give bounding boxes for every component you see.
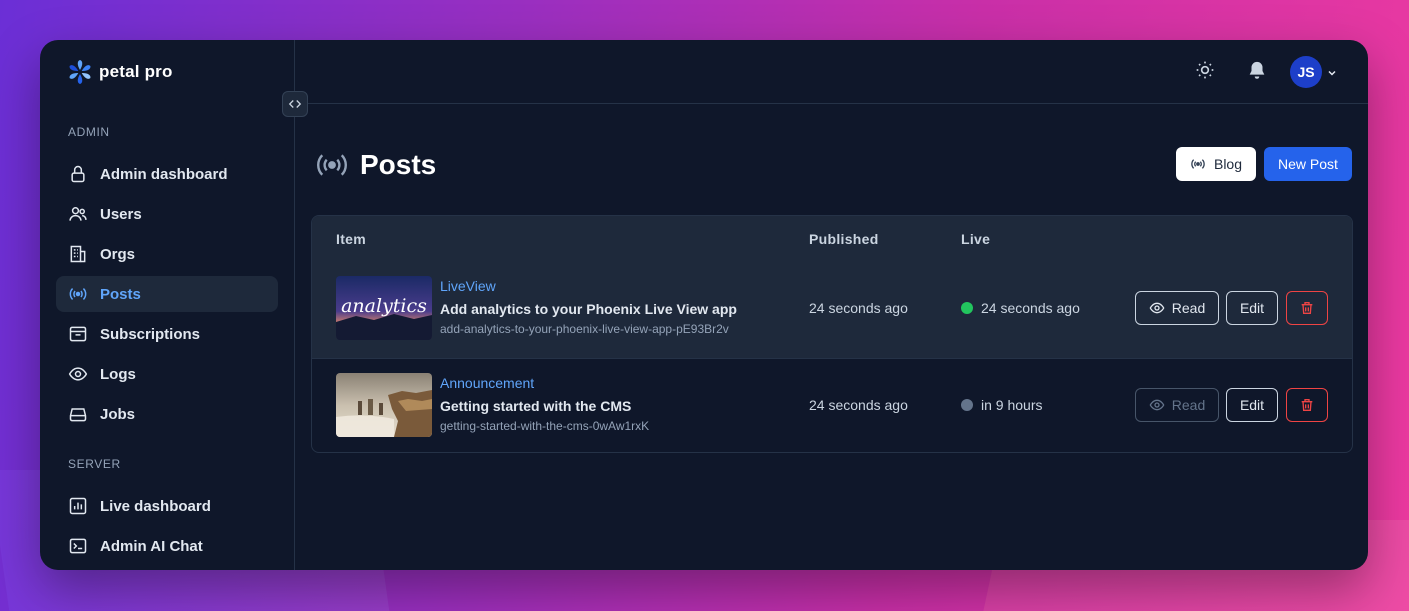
post-category-link[interactable]: LiveView bbox=[440, 278, 496, 294]
read-button[interactable]: Read bbox=[1135, 291, 1219, 325]
sidebar-item-users[interactable]: Users bbox=[56, 196, 278, 232]
bell-icon bbox=[1249, 61, 1265, 79]
eye-icon bbox=[1149, 399, 1165, 411]
chart-icon bbox=[69, 497, 87, 515]
inbox-icon bbox=[69, 408, 87, 422]
users-icon bbox=[69, 207, 87, 221]
app-window: petal pro ADMIN Admin dashboard Users Or… bbox=[40, 40, 1368, 570]
post-live-status: 24 seconds ago bbox=[961, 300, 1080, 316]
live-status-text: in 9 hours bbox=[981, 397, 1043, 413]
sidebar-item-label: Admin dashboard bbox=[100, 165, 228, 183]
code-brackets-icon bbox=[288, 100, 302, 108]
page-title: Posts bbox=[360, 149, 437, 180]
live-status-dot bbox=[961, 302, 973, 314]
logo[interactable]: petal pro bbox=[67, 59, 173, 85]
logo-text: petal pro bbox=[99, 62, 173, 81]
post-published: 24 seconds ago bbox=[809, 397, 908, 413]
live-status-dot bbox=[961, 399, 973, 411]
sidebar-item-admin-ai-chat[interactable]: Admin AI Chat bbox=[56, 528, 278, 564]
thumbnail-text: analytics bbox=[341, 295, 427, 317]
post-title: Add analytics to your Phoenix Live View … bbox=[440, 301, 737, 317]
live-status-text: 24 seconds ago bbox=[981, 300, 1080, 316]
section-title-admin: ADMIN bbox=[68, 125, 110, 139]
signal-icon bbox=[1191, 159, 1205, 169]
sidebar-item-label: Posts bbox=[100, 285, 141, 303]
edit-button[interactable]: Edit bbox=[1226, 291, 1278, 325]
signal-icon bbox=[69, 288, 87, 300]
sidebar-item-label: Logs bbox=[100, 365, 136, 383]
post-title: Getting started with the CMS bbox=[440, 398, 632, 414]
sidebar-collapse-button[interactable] bbox=[282, 91, 308, 117]
read-button-disabled: Read bbox=[1135, 388, 1219, 422]
table-header: Item Published Live bbox=[312, 216, 1352, 262]
post-live-status: in 9 hours bbox=[961, 397, 1042, 413]
sidebar-item-posts[interactable]: Posts bbox=[56, 276, 278, 312]
delete-button[interactable] bbox=[1286, 291, 1328, 325]
blog-button[interactable]: Blog bbox=[1176, 147, 1256, 181]
post-published: 24 seconds ago bbox=[809, 300, 908, 316]
delete-button[interactable] bbox=[1286, 388, 1328, 422]
read-button-label: Read bbox=[1171, 300, 1206, 316]
column-header-item: Item bbox=[336, 231, 366, 247]
sidebar-item-jobs[interactable]: Jobs bbox=[56, 396, 278, 432]
user-avatar[interactable]: JS bbox=[1290, 56, 1322, 88]
eye-icon bbox=[1149, 302, 1165, 314]
sidebar-item-admin-dashboard[interactable]: Admin dashboard bbox=[56, 156, 278, 192]
column-header-live: Live bbox=[961, 231, 991, 247]
signal-icon bbox=[317, 154, 347, 176]
post-slug: getting-started-with-the-cms-0wAw1rxK bbox=[440, 419, 650, 433]
section-title-server: SERVER bbox=[68, 457, 121, 471]
sidebar-item-label: Subscriptions bbox=[100, 325, 201, 343]
post-thumbnail: analytics bbox=[336, 276, 432, 340]
building-icon bbox=[70, 245, 86, 263]
column-header-published: Published bbox=[809, 231, 879, 247]
sidebar: petal pro ADMIN Admin dashboard Users Or… bbox=[40, 40, 295, 570]
table-row[interactable]: Announcement Getting started with the CM… bbox=[312, 359, 1352, 452]
eye-icon bbox=[68, 367, 88, 381]
sidebar-item-label: Jobs bbox=[100, 405, 136, 423]
chevron-down-icon bbox=[1328, 70, 1336, 76]
top-bar: JS bbox=[296, 40, 1368, 104]
table-row[interactable]: analytics LiveView Add analytics to your… bbox=[312, 262, 1352, 359]
post-category-link[interactable]: Announcement bbox=[440, 375, 534, 391]
sidebar-item-label: Admin AI Chat bbox=[100, 537, 203, 555]
sidebar-item-logs[interactable]: Logs bbox=[56, 356, 278, 392]
lock-icon bbox=[71, 165, 85, 183]
sidebar-item-label: Orgs bbox=[100, 245, 136, 263]
posts-table: Item Published Live analytics LiveView A… bbox=[311, 215, 1353, 453]
notifications-button[interactable] bbox=[1246, 60, 1268, 87]
read-button-label: Read bbox=[1171, 397, 1206, 413]
new-post-button[interactable]: New Post bbox=[1264, 147, 1352, 181]
sidebar-item-orgs[interactable]: Orgs bbox=[56, 236, 278, 272]
theme-toggle-button[interactable] bbox=[1195, 60, 1215, 85]
page-header: Posts bbox=[314, 147, 436, 183]
edit-button[interactable]: Edit bbox=[1226, 388, 1278, 422]
sidebar-item-label: Live dashboard bbox=[100, 497, 211, 515]
user-menu-toggle[interactable] bbox=[1326, 66, 1338, 84]
post-thumbnail bbox=[336, 373, 432, 437]
post-slug: add-analytics-to-your-phoenix-live-view-… bbox=[440, 322, 729, 336]
sidebar-item-label: Users bbox=[100, 205, 142, 223]
petal-logo-icon bbox=[69, 60, 91, 84]
sidebar-item-subscriptions[interactable]: Subscriptions bbox=[56, 316, 278, 352]
blog-button-label: Blog bbox=[1213, 156, 1243, 172]
terminal-icon bbox=[69, 538, 87, 554]
sun-icon bbox=[1196, 61, 1214, 79]
trash-icon bbox=[1301, 302, 1313, 314]
sidebar-item-live-dashboard[interactable]: Live dashboard bbox=[56, 488, 278, 524]
trash-icon bbox=[1301, 399, 1313, 411]
archive-icon bbox=[69, 326, 87, 342]
